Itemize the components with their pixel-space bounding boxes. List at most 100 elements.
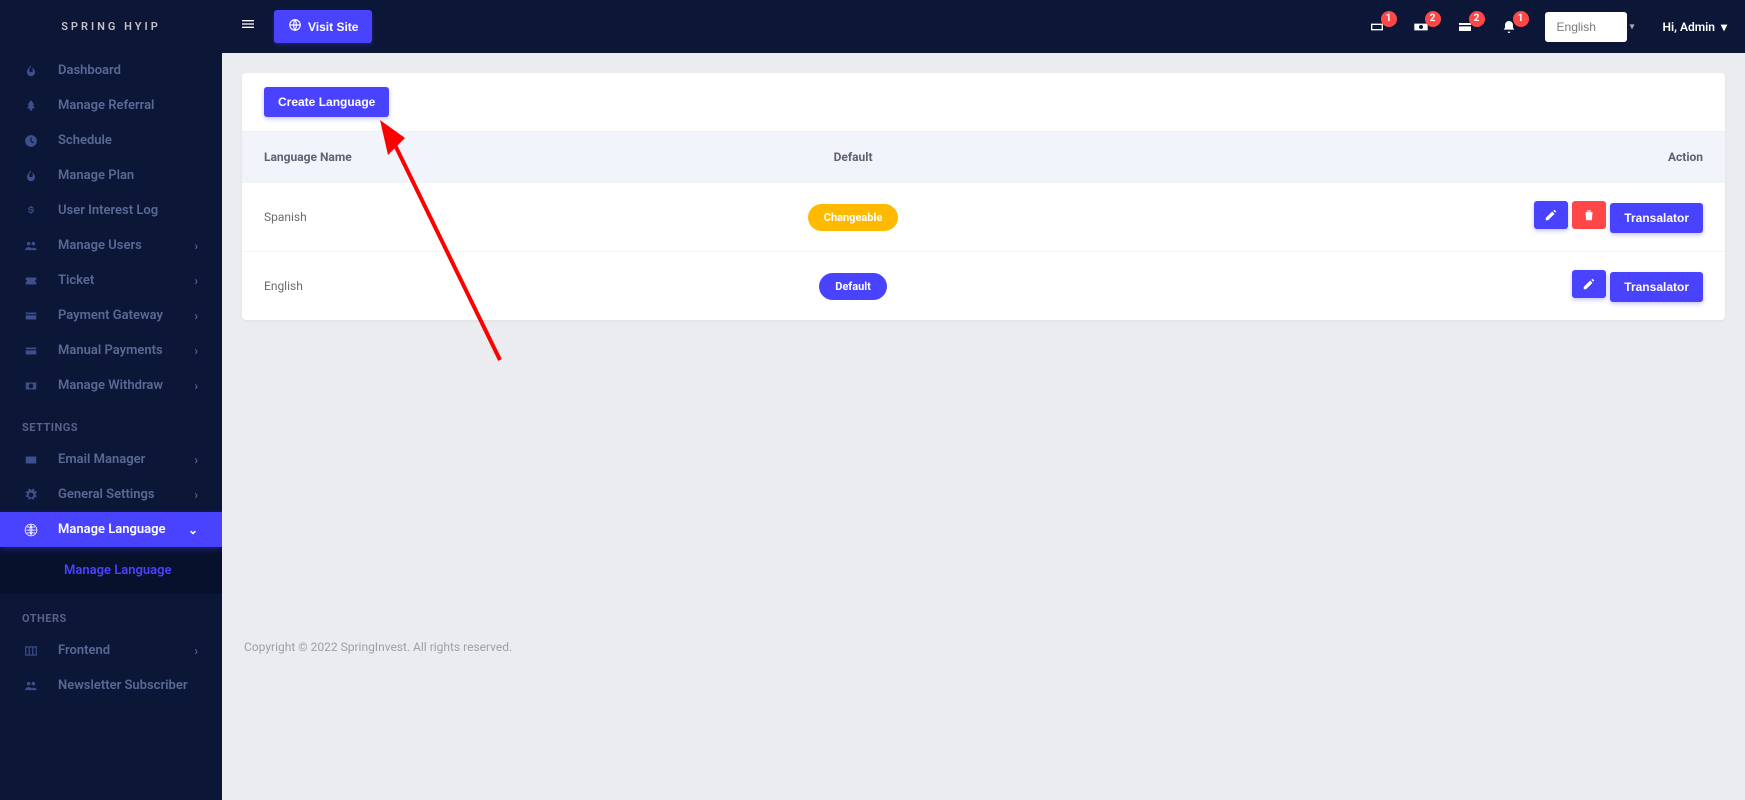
sidebar-label: Email Manager	[58, 452, 194, 467]
sidebar-item-withdraw[interactable]: Manage Withdraw ›	[0, 368, 222, 403]
cell-default: Default	[646, 252, 1059, 321]
sidebar-label: Newsletter Subscriber	[58, 678, 198, 693]
users-icon	[24, 679, 58, 693]
sidebar-item-manual-payments[interactable]: Manual Payments ›	[0, 333, 222, 368]
sidebar-label: User Interest Log	[58, 203, 198, 218]
fire-icon	[24, 169, 58, 183]
globe-icon	[288, 18, 302, 35]
sidebar-item-plan[interactable]: Manage Plan	[0, 158, 222, 193]
columns-icon	[24, 644, 58, 658]
sidebar-item-manage-language[interactable]: Manage Language ⌄	[0, 512, 222, 547]
card-header: Create Language	[242, 73, 1725, 132]
translator-button[interactable]: Transalator	[1610, 272, 1703, 302]
fire-icon	[24, 64, 58, 78]
topbar: Visit Site 1 2 2 1 English Hi, Admin ▾	[222, 0, 1745, 53]
cell-default: Changeable	[646, 183, 1059, 252]
language-card: Create Language Language Name Default Ac…	[242, 73, 1725, 320]
sidebar-label: Schedule	[58, 133, 198, 148]
sidebar-label: Manage Users	[58, 238, 194, 253]
sidebar-label: General Settings	[58, 487, 194, 502]
sidebar-item-frontend[interactable]: Frontend ›	[0, 633, 222, 668]
money-icon	[24, 379, 58, 393]
badge: 2	[1425, 11, 1441, 27]
sidebar-submenu-language: Manage Language	[0, 547, 222, 594]
sidebar-label: Manage Referral	[58, 98, 198, 113]
sidebar-label: Ticket	[58, 273, 194, 288]
translator-button[interactable]: Transalator	[1610, 203, 1703, 233]
sidebar-item-newsletter[interactable]: Newsletter Subscriber	[0, 668, 222, 703]
sidebar-item-email-manager[interactable]: Email Manager ›	[0, 442, 222, 477]
cell-actions: Transalator	[1060, 252, 1725, 321]
cell-name: English	[242, 252, 646, 321]
sidebar-item-referral[interactable]: Manage Referral	[0, 88, 222, 123]
envelope-icon	[24, 453, 58, 467]
sidebar-item-general-settings[interactable]: General Settings ›	[0, 477, 222, 512]
users-icon	[24, 239, 58, 253]
table-row: Spanish Changeable Transalator	[242, 183, 1725, 252]
col-action: Action	[1060, 132, 1725, 183]
col-default: Default	[646, 132, 1059, 183]
col-name: Language Name	[242, 132, 646, 183]
ticket-icon	[24, 274, 58, 288]
sidebar-item-schedule[interactable]: Schedule	[0, 123, 222, 158]
topbar-deposit-icon[interactable]: 1	[1369, 19, 1385, 35]
sidebar-label: Manage Withdraw	[58, 378, 194, 393]
sidebar-label: Manual Payments	[58, 343, 194, 358]
sidebar-item-users[interactable]: Manage Users ›	[0, 228, 222, 263]
badge: 2	[1469, 11, 1485, 27]
visit-site-button[interactable]: Visit Site	[274, 10, 372, 43]
sidebar-section-settings: SETTINGS	[0, 403, 222, 442]
topbar-money-icon[interactable]: 2	[1413, 19, 1429, 35]
chevron-right-icon: ›	[194, 344, 198, 358]
edit-button[interactable]	[1572, 270, 1606, 298]
chevron-right-icon: ›	[194, 239, 198, 253]
cell-name: Spanish	[242, 183, 646, 252]
brand-title: SPRING HYIP	[0, 0, 222, 53]
topbar-card-icon[interactable]: 2	[1457, 19, 1473, 35]
default-badge[interactable]: Changeable	[808, 204, 899, 231]
sidebar-label: Manage Plan	[58, 168, 198, 183]
globe-icon	[24, 523, 58, 537]
sidebar-subitem-manage-language[interactable]: Manage Language	[0, 557, 222, 584]
language-select[interactable]: English	[1545, 12, 1627, 42]
card-icon	[24, 344, 58, 358]
chevron-right-icon: ›	[194, 488, 198, 502]
badge: 1	[1513, 11, 1529, 27]
chevron-down-icon: ⌄	[188, 523, 198, 537]
clock-icon	[24, 134, 58, 148]
edit-button[interactable]	[1534, 201, 1568, 229]
footer-text: Copyright © 2022 SpringInvest. All right…	[244, 640, 1723, 654]
badge: 1	[1381, 11, 1397, 27]
user-menu[interactable]: Hi, Admin ▾	[1663, 20, 1727, 34]
caret-down-icon: ▾	[1721, 20, 1727, 34]
create-language-button[interactable]: Create Language	[264, 87, 389, 117]
sidebar-label: Manage Language	[58, 522, 188, 537]
table-row: English Default Transalator	[242, 252, 1725, 321]
visit-site-label: Visit Site	[308, 20, 358, 34]
topbar-bell-icon[interactable]: 1	[1501, 19, 1517, 35]
delete-button[interactable]	[1572, 201, 1606, 229]
tree-icon	[24, 99, 58, 113]
sidebar-item-ticket[interactable]: Ticket ›	[0, 263, 222, 298]
sidebar-label: Payment Gateway	[58, 308, 194, 323]
content-area: Create Language Language Name Default Ac…	[222, 53, 1745, 800]
chevron-right-icon: ›	[194, 309, 198, 323]
sidebar-item-payment-gateway[interactable]: Payment Gateway ›	[0, 298, 222, 333]
card-icon	[24, 309, 58, 323]
chevron-right-icon: ›	[194, 379, 198, 393]
chevron-right-icon: ›	[194, 644, 198, 658]
language-table: Language Name Default Action Spanish Chan…	[242, 132, 1725, 320]
dollar-icon	[24, 204, 58, 218]
menu-toggle-icon[interactable]	[240, 16, 256, 37]
language-select-wrap: English	[1545, 12, 1645, 42]
sidebar-label: Dashboard	[58, 63, 198, 78]
sidebar: SPRING HYIP Dashboard Manage Referral Sc…	[0, 0, 222, 800]
sidebar-item-interest[interactable]: User Interest Log	[0, 193, 222, 228]
default-badge: Default	[819, 273, 887, 300]
user-label: Hi, Admin	[1663, 20, 1715, 34]
gear-icon	[24, 488, 58, 502]
sidebar-item-dashboard[interactable]: Dashboard	[0, 53, 222, 88]
chevron-right-icon: ›	[194, 453, 198, 467]
sidebar-section-others: OTHERS	[0, 594, 222, 633]
chevron-right-icon: ›	[194, 274, 198, 288]
